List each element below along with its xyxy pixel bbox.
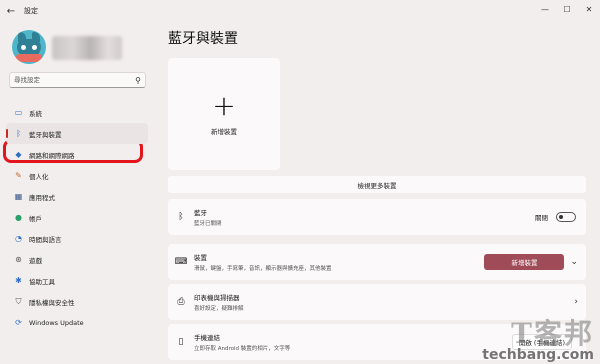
sidebar-item[interactable]: ▭ 系統 xyxy=(6,102,148,123)
sidebar-item[interactable]: ✎ 個人化 xyxy=(6,165,148,186)
sidebar: ⚲ ▭ 系統 ᛒ 藍牙與裝置 ◆ 網路和網際網路 ✎ 個人化 ▦ 應用程式 ● 帳戶 ◔ 時間與語言 ⊛ 遊戲… xyxy=(0,22,160,364)
back-button[interactable]: ← xyxy=(0,0,22,22)
sidebar-item[interactable]: ⊛ 遊戲 xyxy=(6,249,148,270)
sidebar-item[interactable]: ⛉ 隱私權與安全性 xyxy=(6,291,148,312)
devices-subtitle: 滑鼠，鍵盤，手寫筆，音訊，顯示器與擴充座，其他裝置 xyxy=(194,266,332,272)
apps-icon: ▦ xyxy=(14,192,23,201)
phone-link-dropdown[interactable]: 開啟 (手機連結) xyxy=(511,334,572,350)
phone-link-row[interactable]: ▯ 手機連結 立即存取 Android 裝置的相片，文字等 開啟 (手機連結) xyxy=(168,324,586,360)
view-more-devices-button[interactable]: 檢視更多裝置 xyxy=(168,176,586,193)
sidebar-item-label: Windows Update xyxy=(29,318,84,327)
bluetooth-title: 藍牙 xyxy=(194,209,207,217)
chevron-down-icon[interactable]: ⌄ xyxy=(570,257,578,267)
sidebar-item[interactable]: ◆ 網路和網際網路 xyxy=(6,144,148,165)
avatar[interactable] xyxy=(12,30,46,64)
plus-icon: + xyxy=(212,89,236,122)
search-input[interactable] xyxy=(14,76,136,84)
chevron-right-icon: › xyxy=(574,297,578,307)
devices-icon: ⌨ xyxy=(174,257,188,267)
search-icon[interactable]: ⚲ xyxy=(135,76,141,85)
back-arrow-icon: ← xyxy=(6,5,16,17)
printers-subtitle: 喜好設定，疑難排解 xyxy=(194,306,244,312)
bluetooth-icon: ᛒ xyxy=(16,129,21,138)
app-title: 設定 xyxy=(24,7,38,15)
sidebar-item-label: 個人化 xyxy=(29,172,49,181)
window-controls: — ☐ ✕ xyxy=(534,0,600,18)
add-device-button[interactable]: 新增裝置 xyxy=(484,254,565,270)
avatar-eye-left xyxy=(21,45,26,50)
monitor-icon: ▭ xyxy=(14,108,23,117)
sidebar-item[interactable]: ● 帳戶 xyxy=(6,207,148,228)
gamepad-icon: ⊛ xyxy=(15,255,22,264)
sidebar-item-label: 隱私權與安全性 xyxy=(29,298,75,307)
bluetooth-row: ᛒ 藍牙 藍牙已關閉 關閉 xyxy=(168,199,586,235)
update-icon: ⟳ xyxy=(15,318,22,327)
sidebar-item-label: 應用程式 xyxy=(29,193,55,202)
maximize-icon: ☐ xyxy=(563,4,571,14)
wifi-icon: ◆ xyxy=(15,150,22,159)
sidebar-item[interactable]: ⟳ Windows Update xyxy=(6,312,148,333)
close-icon: ✕ xyxy=(585,4,593,14)
close-button[interactable]: ✕ xyxy=(578,0,600,18)
devices-title: 裝置 xyxy=(194,254,207,262)
add-device-label: 新增裝置 xyxy=(211,128,237,136)
phone-link-title: 手機連結 xyxy=(194,334,220,342)
sidebar-item[interactable]: ◔ 時間與語言 xyxy=(6,228,148,249)
devices-row[interactable]: ⌨ 裝置 滑鼠，鍵盤，手寫筆，音訊，顯示器與擴充座，其他裝置 新增裝置 ⌄ xyxy=(168,244,586,280)
add-device-card[interactable]: + 新增裝置 xyxy=(168,58,280,170)
sidebar-item-label: 系統 xyxy=(29,109,42,118)
title-bar: ← 設定 — ☐ ✕ xyxy=(0,0,600,22)
phone-icon: ▯ xyxy=(178,337,184,347)
minimize-icon: — xyxy=(541,4,549,14)
person-icon: ● xyxy=(15,213,22,222)
sidebar-nav: ▭ 系統 ᛒ 藍牙與裝置 ◆ 網路和網際網路 ✎ 個人化 ▦ 應用程式 ● 帳戶 ◔ 時間與語言 ⊛ 遊戲 ✱ 協… xyxy=(6,102,148,333)
globe-clock-icon: ◔ xyxy=(15,234,22,243)
sidebar-item-label: 時間與語言 xyxy=(29,235,62,244)
printers-row[interactable]: ⎙ 印表機與掃描器 喜好設定，疑難排解 › xyxy=(168,284,586,320)
accessibility-icon: ✱ xyxy=(15,276,22,285)
avatar-eye-right xyxy=(32,45,37,50)
bluetooth-status: 藍牙已關閉 xyxy=(194,221,222,227)
sidebar-item[interactable]: ᛒ 藍牙與裝置 xyxy=(6,123,148,144)
sidebar-item-label: 帳戶 xyxy=(29,214,42,223)
sidebar-item-label: 網路和網際網路 xyxy=(29,151,75,160)
brush-icon: ✎ xyxy=(15,171,22,180)
maximize-button[interactable]: ☐ xyxy=(556,0,578,18)
sidebar-item-label: 遊戲 xyxy=(29,256,42,265)
avatar-scarf xyxy=(16,54,42,62)
sidebar-item-label: 藍牙與裝置 xyxy=(29,130,62,139)
toggle-knob xyxy=(559,215,563,219)
shield-icon: ⛉ xyxy=(15,296,22,306)
phone-link-subtitle: 立即存取 Android 裝置的相片，文字等 xyxy=(194,346,291,352)
active-indicator xyxy=(6,129,8,138)
sidebar-item[interactable]: ✱ 協助工具 xyxy=(6,270,148,291)
minimize-button[interactable]: — xyxy=(534,0,556,18)
sidebar-item[interactable]: ▦ 應用程式 xyxy=(6,186,148,207)
blurred-account-name xyxy=(52,36,122,60)
phone-link-dropdown-value: 開啟 (手機連結) xyxy=(518,339,565,347)
sidebar-item-label: 協助工具 xyxy=(29,277,55,286)
printers-title: 印表機與掃描器 xyxy=(194,294,240,302)
bluetooth-toggle[interactable] xyxy=(556,212,576,222)
printer-icon: ⎙ xyxy=(177,297,185,307)
search-box[interactable]: ⚲ xyxy=(9,72,146,88)
page-title: 藍牙與裝置 xyxy=(168,31,238,47)
bluetooth-icon: ᛒ xyxy=(178,212,184,222)
bluetooth-toggle-label: 關閉 xyxy=(535,214,548,222)
